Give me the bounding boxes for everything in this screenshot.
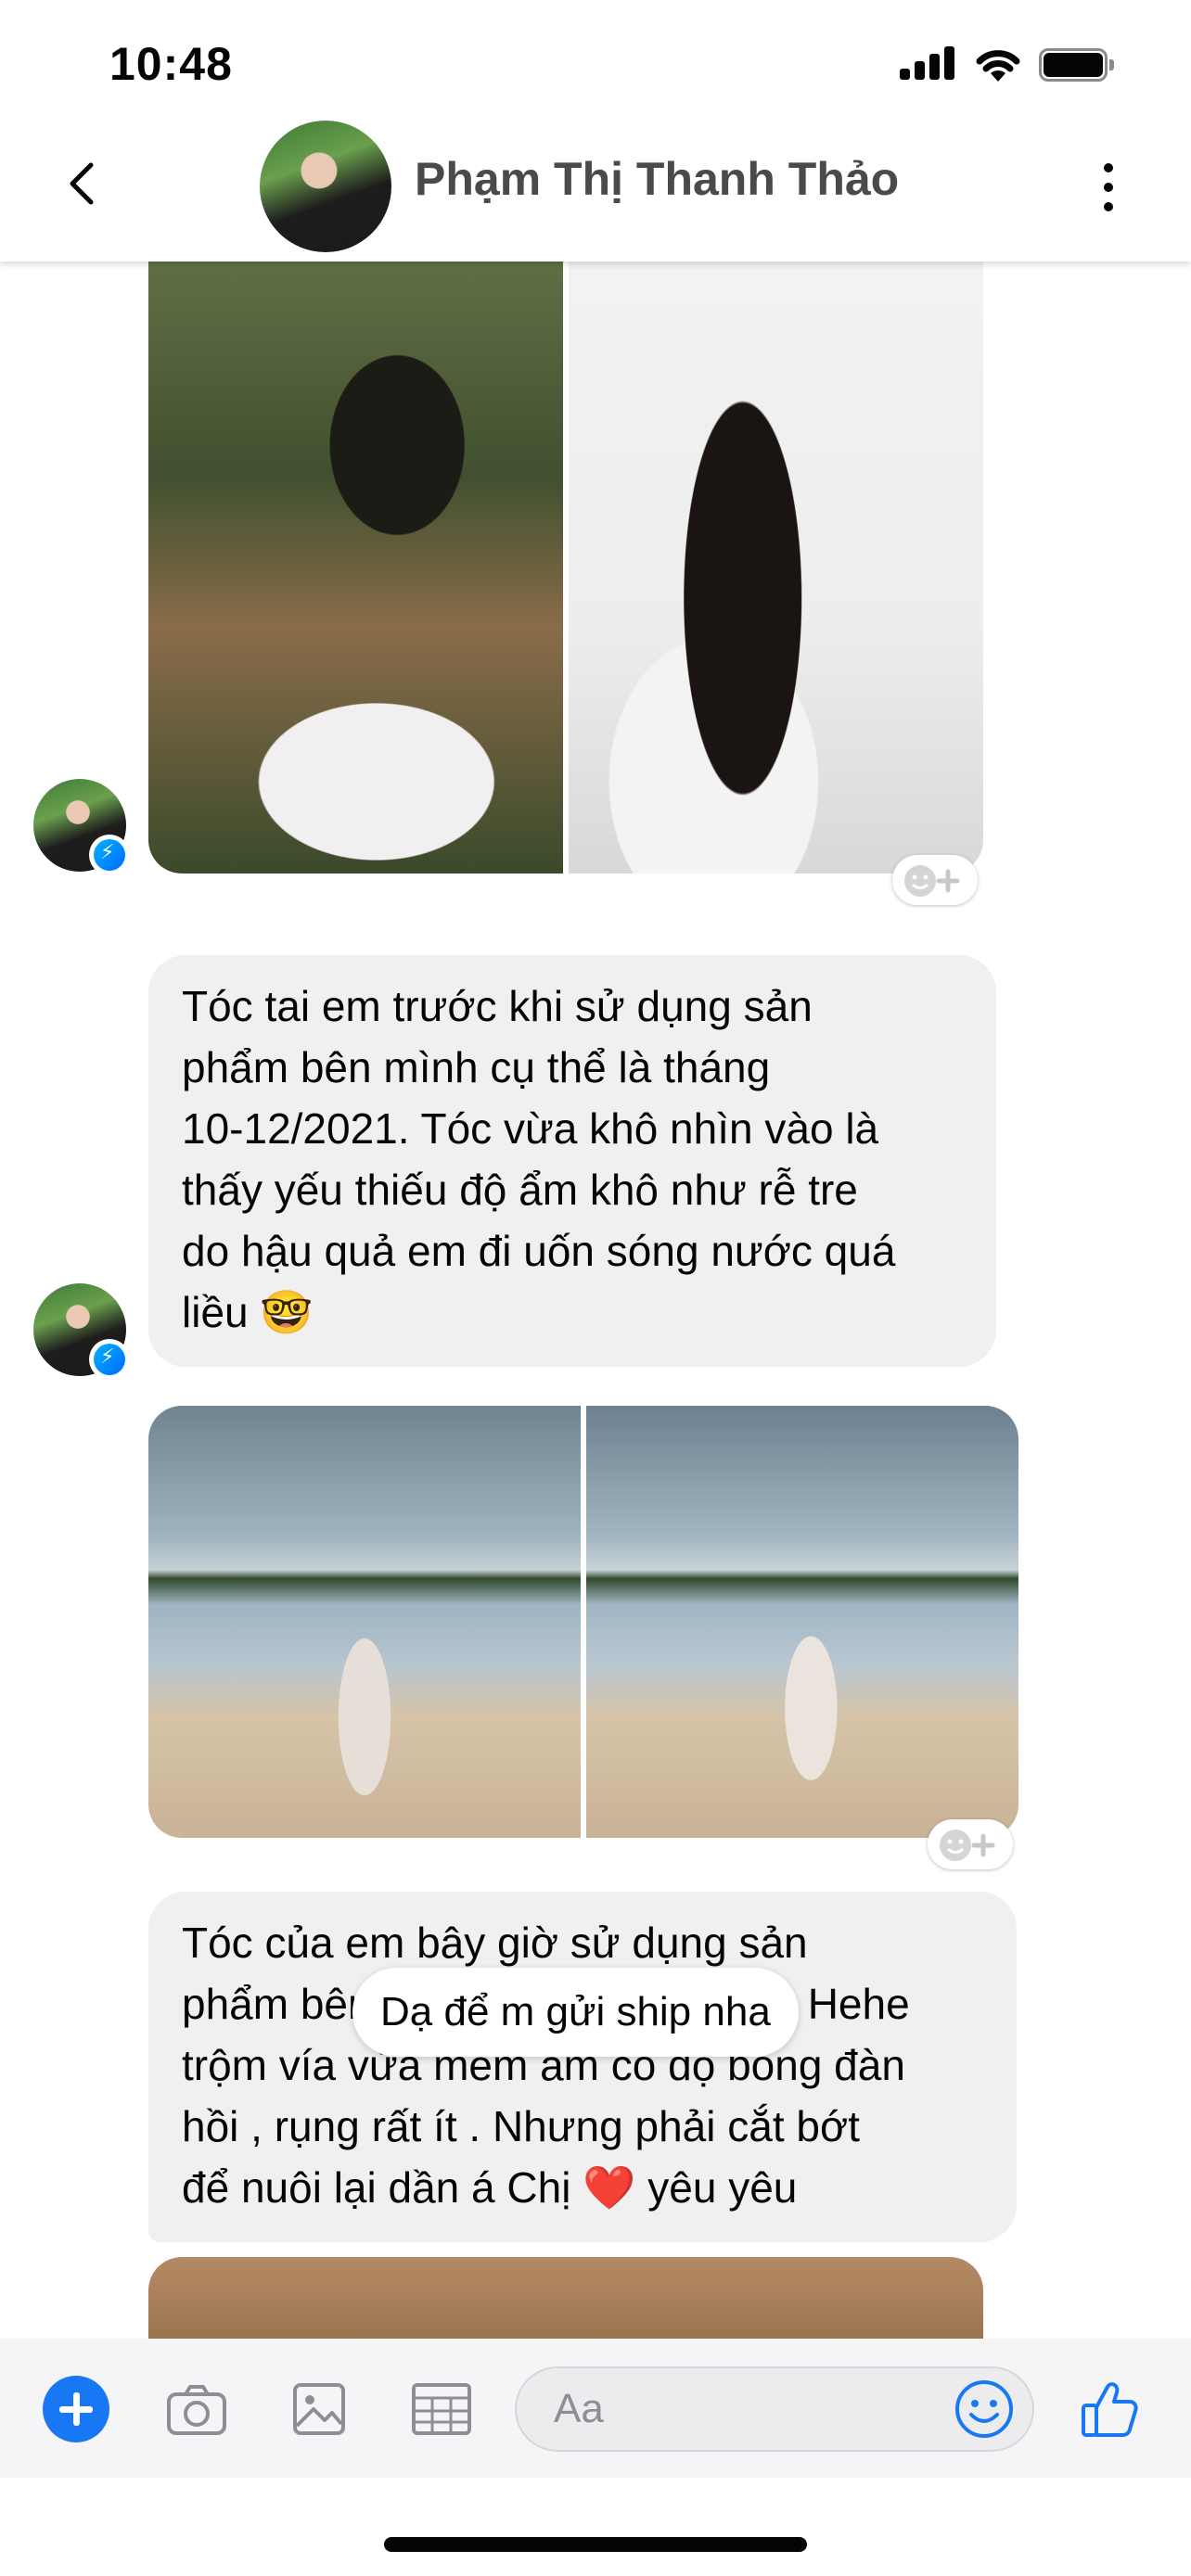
- message-input-container[interactable]: [515, 2366, 1034, 2452]
- sender-avatar[interactable]: [33, 779, 130, 875]
- message-text: liều: [182, 1288, 249, 1336]
- add-reaction-button[interactable]: [892, 855, 978, 905]
- message-line: hồi , rụng rất ít . Nhưng phải cắt bớt: [182, 2102, 860, 2150]
- message-bubble[interactable]: Tóc của em bây giờ sử dụng sản phẩm bên …: [148, 1892, 1017, 2242]
- message-text: để nuôi lại dần á Chị: [182, 2163, 571, 2212]
- gallery-icon[interactable]: [286, 2376, 352, 2442]
- photo-thumbnail[interactable]: [586, 1406, 1018, 1838]
- add-reaction-button[interactable]: [928, 1819, 1013, 1869]
- emoji-icon[interactable]: [953, 2378, 1016, 2441]
- status-bar: 10:48: [0, 0, 1191, 130]
- photo-thumbnail[interactable]: [148, 1406, 581, 1838]
- message-line: liều 🤓: [182, 1282, 963, 1343]
- photo-message[interactable]: [148, 1406, 1018, 1838]
- chevron-left-icon[interactable]: [56, 156, 111, 211]
- photo-message[interactable]: [148, 261, 983, 874]
- more-vertical-icon[interactable]: [1095, 159, 1122, 215]
- add-reaction-icon: [940, 1830, 995, 1861]
- home-indicator: [384, 2537, 807, 2552]
- signal-icon: [900, 46, 955, 80]
- contact-avatar[interactable]: [260, 121, 391, 252]
- photo-thumbnail[interactable]: [569, 261, 983, 874]
- photo-thumbnail[interactable]: [148, 261, 563, 874]
- message-input[interactable]: [554, 2368, 943, 2450]
- message-text: yêu yêu: [647, 2163, 798, 2212]
- outgoing-message-preview[interactable]: Dạ để m gửi ship nha: [352, 1968, 799, 2057]
- message-bubble[interactable]: Tóc tai em trước khi sử dụng sản phẩm bê…: [148, 955, 996, 1367]
- message-line: do hậu quả em đi uốn sóng nước quá: [182, 1227, 896, 1275]
- messenger-badge-icon: [89, 1339, 130, 1380]
- message-line: để nuôi lại dần á Chị ❤️ yêu yêu: [182, 2157, 983, 2218]
- message-line: phẩm bên mình cụ thể là tháng: [182, 1043, 771, 1091]
- red-heart-emoji: ❤️: [583, 2162, 636, 2213]
- grid-icon[interactable]: [408, 2376, 475, 2442]
- nerd-face-emoji: 🤓: [260, 1287, 314, 1337]
- add-reaction-icon: [904, 865, 960, 897]
- conversation-header: Phạm Thị Thanh Thảo: [0, 111, 1191, 261]
- message-line: 10-12/2021. Tóc vừa khô nhìn vào là: [182, 1104, 879, 1153]
- message-line: thấy yếu thiếu độ ẩm khô như rễ tre: [182, 1166, 858, 1214]
- camera-icon[interactable]: [163, 2376, 230, 2442]
- battery-icon: [1039, 48, 1115, 82]
- message-line: Tóc của em bây giờ sử dụng sản: [182, 1919, 808, 1967]
- message-line: Tóc tai em trước khi sử dụng sản: [182, 982, 813, 1030]
- thumbs-up-icon[interactable]: [1076, 2376, 1143, 2442]
- contact-name[interactable]: Phạm Thị Thanh Thảo: [415, 152, 899, 206]
- messenger-badge-icon: [89, 835, 130, 875]
- message-composer: [0, 2339, 1191, 2478]
- sender-avatar[interactable]: [33, 1283, 130, 1380]
- status-time: 10:48: [109, 38, 233, 90]
- plus-icon[interactable]: [43, 2376, 109, 2442]
- wifi-icon: [976, 50, 1020, 82]
